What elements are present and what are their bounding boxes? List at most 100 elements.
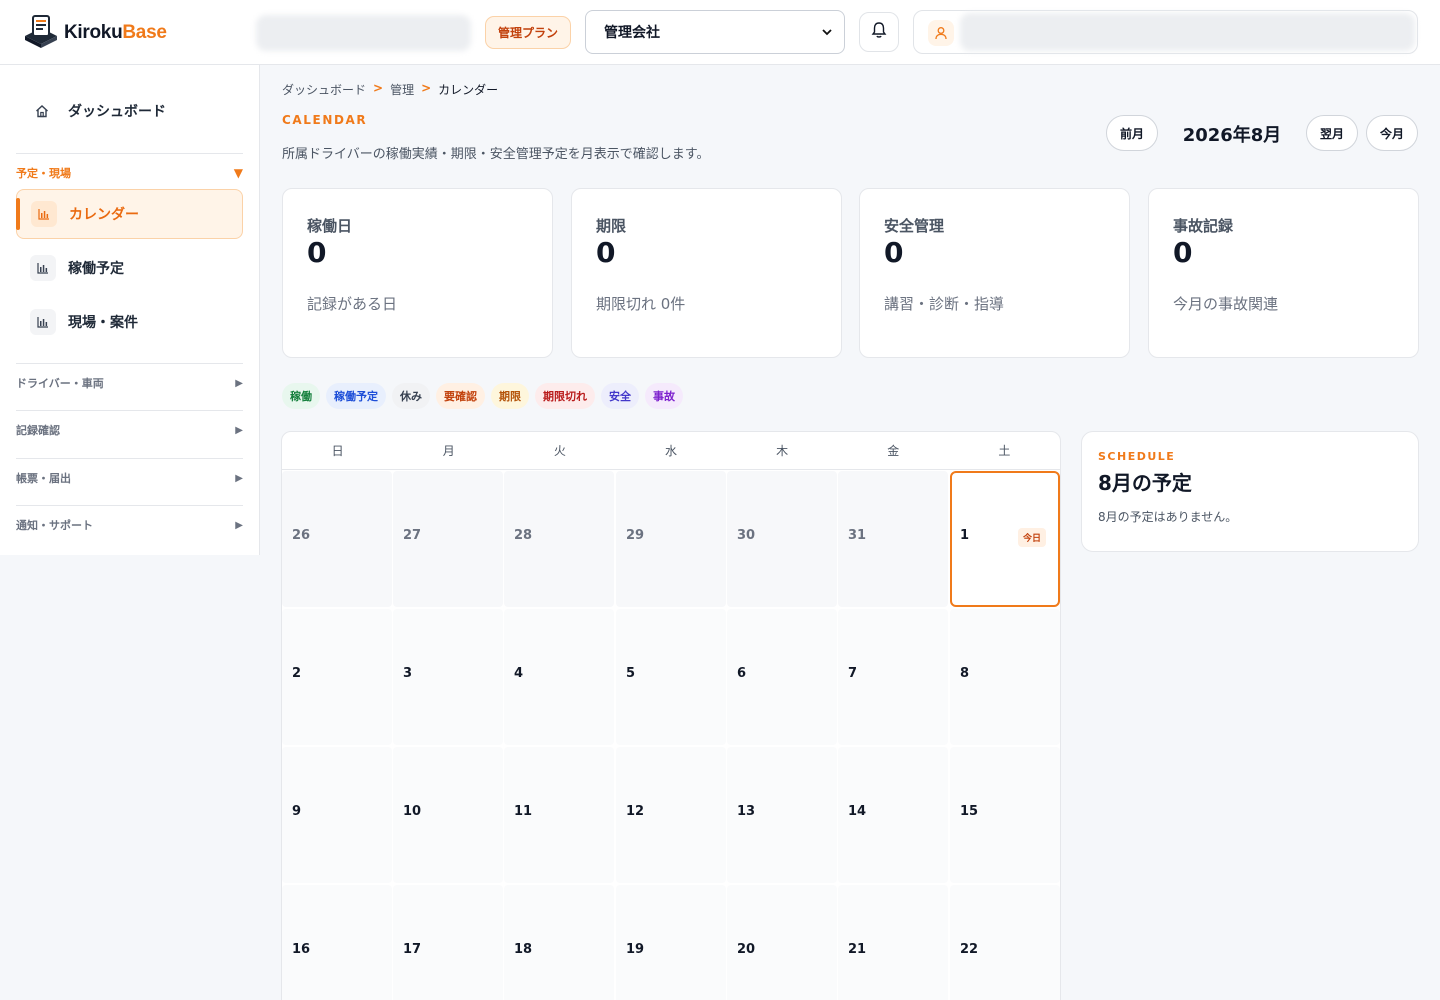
- sidebar-item-calendar[interactable]: カレンダー: [16, 189, 243, 239]
- calendar-day[interactable]: 26: [282, 471, 392, 607]
- day-number: 20: [737, 942, 756, 957]
- current-month-label: 2026年8月: [1182, 125, 1282, 146]
- breadcrumb-current: カレンダー: [438, 83, 499, 97]
- calendar-day[interactable]: 6: [727, 609, 837, 745]
- divider: [16, 153, 243, 154]
- bell-icon: [870, 21, 888, 43]
- sidebar-item-dashboard[interactable]: ダッシュボード: [16, 85, 243, 137]
- day-number: 3: [403, 666, 413, 681]
- calendar-day[interactable]: 30: [727, 471, 837, 607]
- calendar-day[interactable]: 28: [504, 471, 614, 607]
- weekday-label: 水: [664, 444, 677, 458]
- stat-card-accidents: 事故記録 0 今月の事故関連: [1148, 188, 1419, 358]
- divider: [16, 363, 243, 364]
- day-number: 7: [848, 666, 858, 681]
- stat-value: 0: [307, 236, 327, 269]
- calendar-day[interactable]: 21: [838, 885, 948, 1000]
- home-icon: [30, 99, 54, 123]
- legend-chip: 事故: [645, 383, 683, 409]
- calendar-day-today[interactable]: 1 今日: [950, 471, 1060, 607]
- calendar-day[interactable]: 7: [838, 609, 948, 745]
- calendar-day[interactable]: 12: [616, 747, 726, 883]
- day-number: 4: [514, 666, 524, 681]
- day-number: 16: [292, 942, 311, 957]
- calendar-day[interactable]: 11: [504, 747, 614, 883]
- company-select-value: 管理会社: [604, 25, 660, 41]
- calendar-day[interactable]: 17: [393, 885, 503, 1000]
- day-number: 2: [292, 666, 302, 681]
- blurred-header-info: [256, 15, 471, 51]
- sidebar-group-schedule[interactable]: 予定・現場 ▼: [16, 165, 243, 181]
- day-number: 9: [292, 804, 302, 819]
- weekday-label: 日: [331, 444, 344, 458]
- calendar-day[interactable]: 13: [727, 747, 837, 883]
- weekday-label: 土: [998, 444, 1011, 458]
- calendar-day[interactable]: 8: [950, 609, 1060, 745]
- legend-chip: 稼働: [282, 383, 320, 409]
- breadcrumb-separator: >: [421, 81, 432, 95]
- notifications-button[interactable]: [859, 12, 899, 52]
- day-number: 5: [626, 666, 636, 681]
- day-number: 12: [626, 804, 645, 819]
- sidebar-group-label: 通知・サポート: [16, 519, 93, 532]
- user-menu-button[interactable]: [913, 10, 1418, 54]
- this-month-button[interactable]: 今月: [1366, 115, 1418, 151]
- calendar-day[interactable]: 9: [282, 747, 392, 883]
- sidebar-item-sites[interactable]: 現場・案件: [16, 297, 243, 347]
- legend-chip: 要確認: [436, 383, 485, 409]
- calendar-day[interactable]: 18: [504, 885, 614, 1000]
- page-eyebrow: CALENDAR: [282, 113, 368, 127]
- page-description: 所属ドライバーの稼働実績・期限・安全管理予定を月表示で確認します。: [282, 147, 710, 162]
- day-number: 15: [960, 804, 979, 819]
- day-number: 29: [626, 528, 645, 543]
- breadcrumb-link-admin[interactable]: 管理: [390, 81, 414, 98]
- calendar-day[interactable]: 2: [282, 609, 392, 745]
- next-month-button[interactable]: 翌月: [1306, 115, 1358, 151]
- sidebar-item-work-schedule[interactable]: 稼働予定: [16, 243, 243, 293]
- calendar-day[interactable]: 31: [838, 471, 948, 607]
- legend-chip: 期限切れ: [535, 383, 595, 409]
- stat-subtext: 今月の事故関連: [1173, 294, 1279, 313]
- prev-month-button[interactable]: 前月: [1106, 115, 1158, 151]
- legend-chip: 安全: [601, 383, 639, 409]
- brand-logo[interactable]: KirokuBase: [22, 14, 167, 52]
- breadcrumb-link-dashboard[interactable]: ダッシュボード: [282, 81, 366, 98]
- calendar-day[interactable]: 3: [393, 609, 503, 745]
- calendar-day[interactable]: 16: [282, 885, 392, 1000]
- plan-badge: 管理プラン: [485, 16, 572, 49]
- legend-chip: 休み: [392, 383, 430, 409]
- day-number: 19: [626, 942, 645, 957]
- company-select[interactable]: 管理会社: [585, 10, 845, 54]
- divider: [16, 505, 243, 506]
- day-number: 27: [403, 528, 422, 543]
- schedule-title: 8月の予定: [1098, 471, 1192, 495]
- chevron-right-icon: ▶: [235, 472, 243, 484]
- calendar-day[interactable]: 14: [838, 747, 948, 883]
- calendar-day[interactable]: 15: [950, 747, 1060, 883]
- calendar-day[interactable]: 27: [393, 471, 503, 607]
- weekday-label: 月: [442, 444, 455, 458]
- top-header: KirokuBase 管理プラン 管理会社: [0, 0, 1440, 65]
- calendar-day[interactable]: 4: [504, 609, 614, 745]
- calendar-day[interactable]: 22: [950, 885, 1060, 1000]
- day-number: 1: [960, 528, 970, 543]
- calendar-day[interactable]: 29: [616, 471, 726, 607]
- calendar-day[interactable]: 19: [616, 885, 726, 1000]
- logo-icon: [22, 14, 60, 52]
- weekday-label: 火: [553, 444, 566, 458]
- chart-icon: [30, 255, 56, 281]
- weekday-label: 金: [887, 444, 900, 458]
- calendar-day[interactable]: 10: [393, 747, 503, 883]
- sidebar-group-records[interactable]: 記録確認 ▶: [16, 422, 243, 438]
- sidebar-group-label: ドライバー・車両: [16, 377, 104, 390]
- sidebar-group-drivers[interactable]: ドライバー・車両 ▶: [16, 375, 243, 391]
- calendar-day[interactable]: 20: [727, 885, 837, 1000]
- chart-icon: [31, 201, 57, 227]
- stat-card-deadlines: 期限 0 期限切れ 0件: [571, 188, 842, 358]
- chevron-down-icon: ▼: [233, 166, 243, 180]
- sidebar-group-label: 記録確認: [16, 424, 60, 437]
- sidebar-group-support[interactable]: 通知・サポート ▶: [16, 517, 243, 533]
- sidebar-item-label: カレンダー: [69, 207, 139, 223]
- sidebar-group-forms[interactable]: 帳票・届出 ▶: [16, 470, 243, 486]
- calendar-day[interactable]: 5: [616, 609, 726, 745]
